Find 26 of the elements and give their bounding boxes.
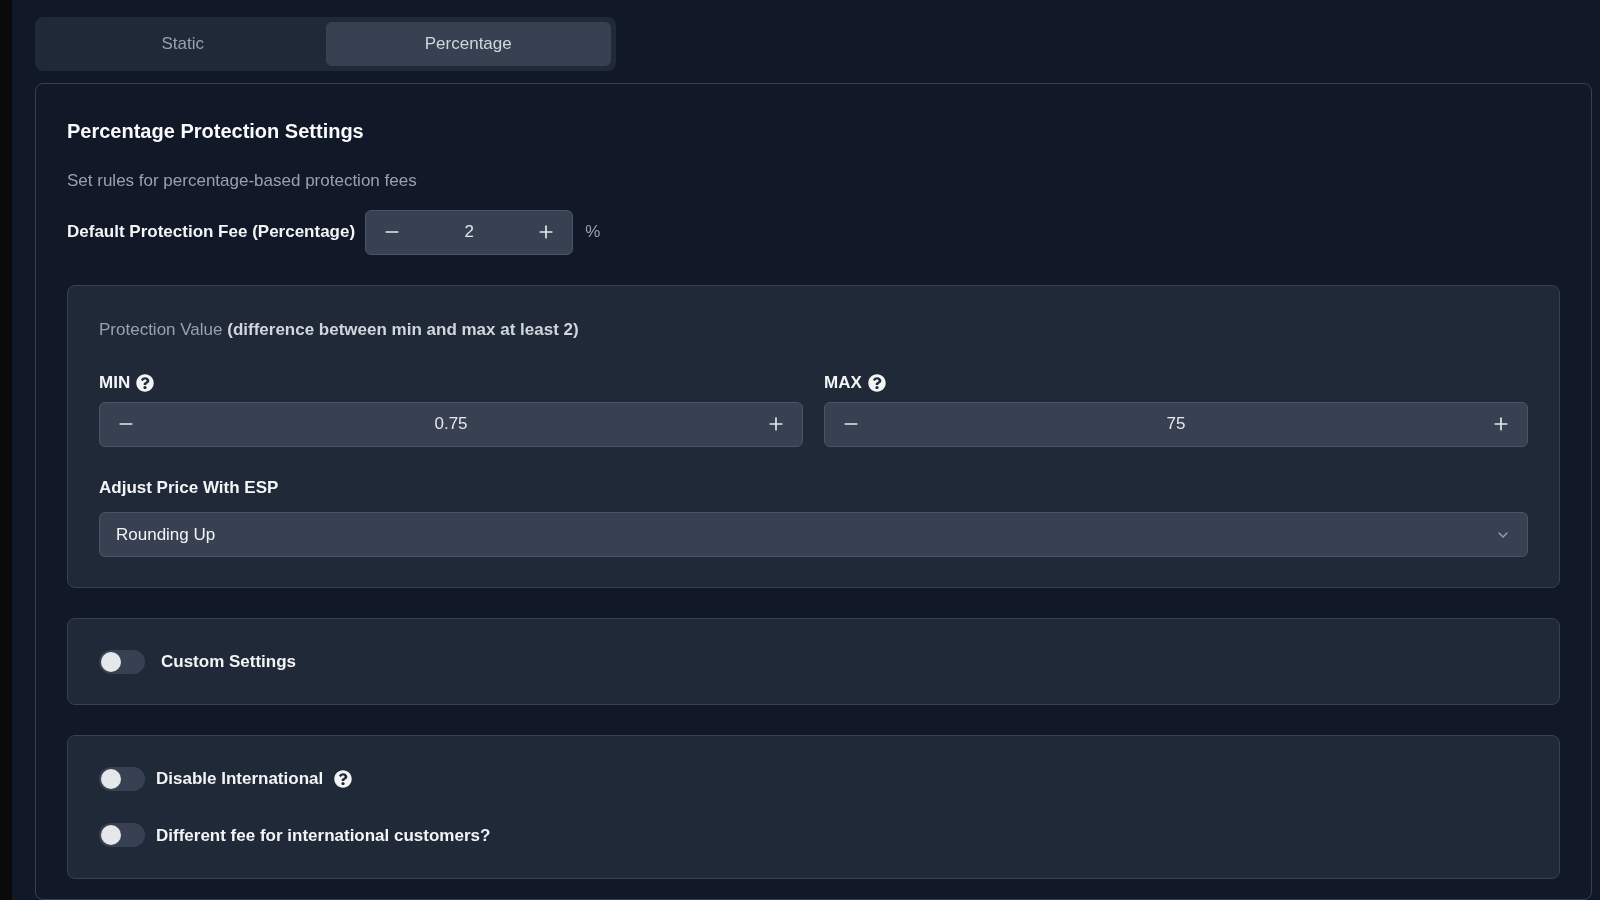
toggle-switch[interactable] — [99, 766, 145, 791]
help-icon[interactable] — [334, 769, 353, 788]
unit-label: % — [585, 221, 601, 244]
toggle-label: Different fee for international customers? — [156, 824, 491, 847]
number-stepper[interactable]: 75 — [824, 401, 1528, 447]
field-value: 0.75 — [433, 413, 469, 436]
toggle-label: Custom Settings — [161, 650, 297, 673]
number-stepper[interactable]: 2 — [365, 209, 574, 255]
help-icon[interactable] — [136, 373, 155, 392]
toggle-switch[interactable] — [99, 823, 145, 848]
field-label: Adjust Price With ESP — [99, 476, 280, 499]
select-field[interactable]: Rounding Up — [99, 512, 1528, 557]
help-icon[interactable] — [867, 373, 886, 392]
field-label: MAX — [824, 372, 862, 394]
card-description: Set rules for percentage-based protection fees — [67, 170, 418, 192]
panel-heading: Protection Value (difference between min and max at least 2) — [99, 318, 580, 341]
toggle-label: Disable International — [156, 768, 324, 790]
toggle-switch[interactable] — [99, 649, 145, 674]
field-label: MIN — [99, 372, 131, 394]
field-label: Default Protection Fee (Percentage) — [67, 221, 356, 244]
field-value: 75 — [1165, 413, 1187, 436]
tab[interactable]: Static — [40, 22, 326, 66]
tab[interactable]: Percentage — [325, 22, 611, 66]
card-title: Percentage Protection Settings — [67, 119, 365, 144]
field-value: 2 — [463, 221, 475, 244]
number-stepper[interactable]: 0.75 — [99, 401, 803, 447]
